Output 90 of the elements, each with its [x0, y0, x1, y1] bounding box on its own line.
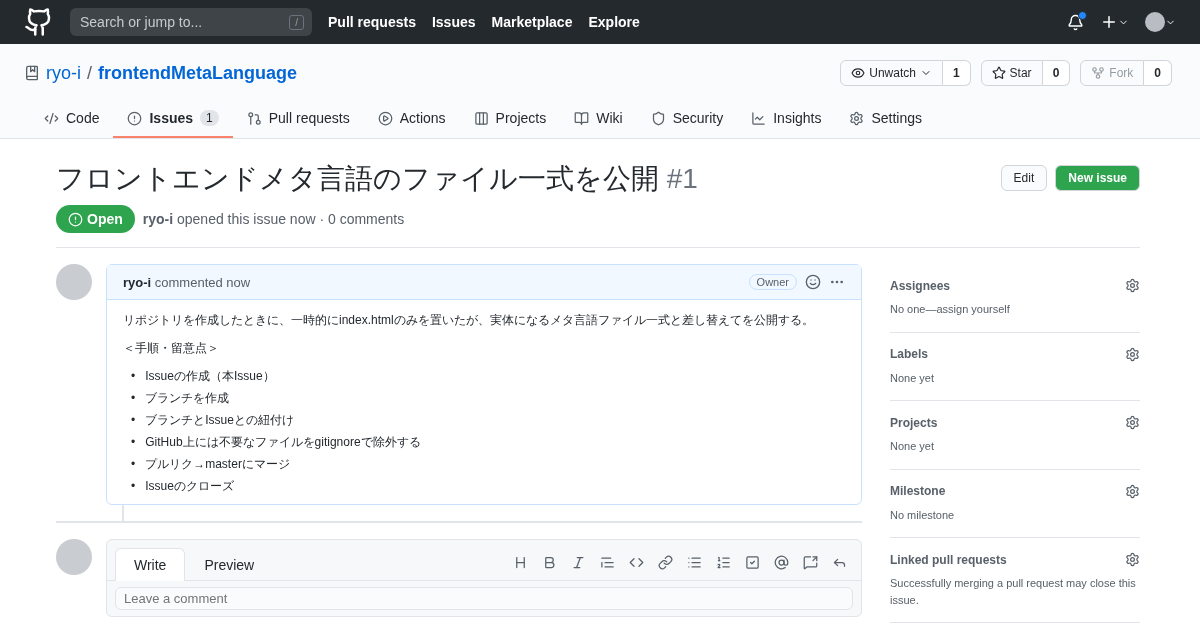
comment-text: ＜手順・留意点＞ [123, 340, 220, 357]
settings-icon [849, 110, 865, 126]
sidebar-heading: Linked pull requests [890, 552, 1007, 567]
list-item: ブランチとIssueとの紐付け [145, 412, 294, 429]
reaction-icon[interactable] [805, 274, 821, 291]
notification-bell-icon[interactable] [1067, 13, 1084, 31]
create-menu-icon[interactable] [1100, 13, 1129, 31]
sidebar-heading: Assignees [890, 278, 951, 293]
repo-icon [24, 65, 40, 81]
avatar [56, 264, 92, 301]
issue-state-badge: Open [56, 205, 135, 234]
repo-tab[interactable]: Actions [363, 98, 460, 138]
issue-meta: ryo-i opened this issue now · 0 comments [142, 211, 405, 228]
bullet: • [131, 368, 136, 385]
bullet: • [131, 390, 136, 407]
list-item: ブランチを作成 [145, 390, 230, 407]
code-icon [44, 110, 59, 126]
bullet: • [131, 456, 136, 473]
repo-tab[interactable]: Projects [459, 98, 561, 138]
list-item: プルリク→masterにマージ [145, 456, 290, 473]
settings-icon[interactable] [1125, 278, 1140, 294]
repo-action-button[interactable]: Star [980, 60, 1043, 86]
nav-link[interactable]: Issues [431, 14, 476, 30]
numbered-list-icon[interactable] [716, 555, 731, 571]
profile-menu-icon[interactable] [1145, 12, 1176, 32]
comment-field[interactable]: Leave a comment [115, 587, 853, 611]
link-icon[interactable] [658, 555, 673, 571]
sidebar-heading: Projects [890, 415, 938, 430]
heading-icon[interactable] [513, 555, 528, 571]
cross-reference-icon[interactable] [803, 555, 818, 571]
bullet: • [131, 412, 136, 429]
search-placeholder: Search or jump to... [80, 14, 203, 30]
comment-text: リポジトリを作成したときに、一時的にindex.htmlのみを置いたが、実体になるメタ言語ファイル一式と差し替えてを公開する。 [123, 312, 815, 329]
settings-icon[interactable] [1125, 483, 1140, 499]
sidebar-value: None yet [890, 439, 936, 455]
columns-icon [473, 110, 489, 126]
bullet: • [131, 434, 136, 451]
sidebar-value: No milestone [890, 507, 956, 523]
sidebar-heading: Milestone [890, 484, 946, 499]
bullet: • [131, 478, 136, 495]
owner-link[interactable]: ryo-i [46, 62, 81, 84]
action-count[interactable]: 0 [1042, 60, 1071, 86]
nav-link[interactable]: Pull requests [328, 14, 416, 30]
pull-request-icon [246, 110, 262, 126]
nav-link[interactable]: Explore [588, 14, 640, 30]
shield-icon [650, 110, 666, 126]
comment-author: ryo-i commented now [123, 274, 251, 290]
task-list-icon[interactable] [745, 555, 760, 571]
mention-icon[interactable] [774, 555, 789, 571]
repo-tab[interactable]: Security [636, 98, 738, 138]
star-icon [991, 66, 1006, 80]
issue-icon [127, 110, 143, 126]
shortcut-key: / [289, 14, 304, 30]
settings-icon[interactable] [1125, 552, 1140, 568]
sidebar-value: None yet [890, 370, 936, 386]
quote-icon[interactable] [600, 555, 615, 571]
list-item: Issueの作成（本Issue） [145, 368, 275, 385]
path-separator: / [87, 62, 92, 84]
issue-title: フロントエンドメタ言語のファイル一式を公開 #1 [56, 162, 698, 196]
avatar [56, 539, 92, 576]
list-item: GitHub上には不要なファイルをgitignoreで除外する [145, 434, 421, 451]
editor-tab[interactable]: Write [115, 548, 186, 582]
list-item: Issueのクローズ [145, 478, 234, 495]
editor-tab[interactable]: Preview [185, 548, 274, 582]
repo-tab[interactable]: Issues 1 [113, 98, 233, 138]
sidebar-value: Successfully merging a pull request may close this issue. [890, 576, 1137, 608]
fork-icon [1091, 66, 1106, 80]
repo-tab[interactable]: Pull requests [232, 98, 364, 138]
action-count[interactable]: 1 [942, 60, 971, 86]
search-field[interactable]: Search or jump to... / [70, 8, 312, 36]
repo-tab[interactable]: Settings [835, 98, 937, 138]
nav-link[interactable]: Marketplace [491, 14, 573, 30]
bold-icon[interactable] [542, 555, 557, 571]
tab-count: 1 [200, 110, 219, 126]
settings-icon[interactable] [1125, 346, 1140, 362]
sidebar-value: No one—assign yourself [890, 302, 1011, 318]
repo-tab[interactable]: Code [30, 98, 114, 138]
repo-tab[interactable]: Wiki [560, 98, 637, 138]
repo-name-link[interactable]: frontendMetaLanguage [98, 62, 298, 84]
repo-action-button[interactable]: Unwatch [840, 60, 943, 86]
play-icon [377, 110, 393, 126]
settings-icon[interactable] [1125, 415, 1140, 431]
italic-icon[interactable] [571, 555, 586, 571]
list-icon[interactable] [687, 555, 702, 571]
repo-tab[interactable]: Insights [737, 98, 836, 138]
chart-icon [751, 110, 767, 126]
eye-icon [851, 66, 866, 80]
sidebar-heading: Labels [890, 347, 928, 362]
edit-button[interactable]: Edit [1000, 165, 1048, 191]
book-icon [574, 110, 590, 126]
